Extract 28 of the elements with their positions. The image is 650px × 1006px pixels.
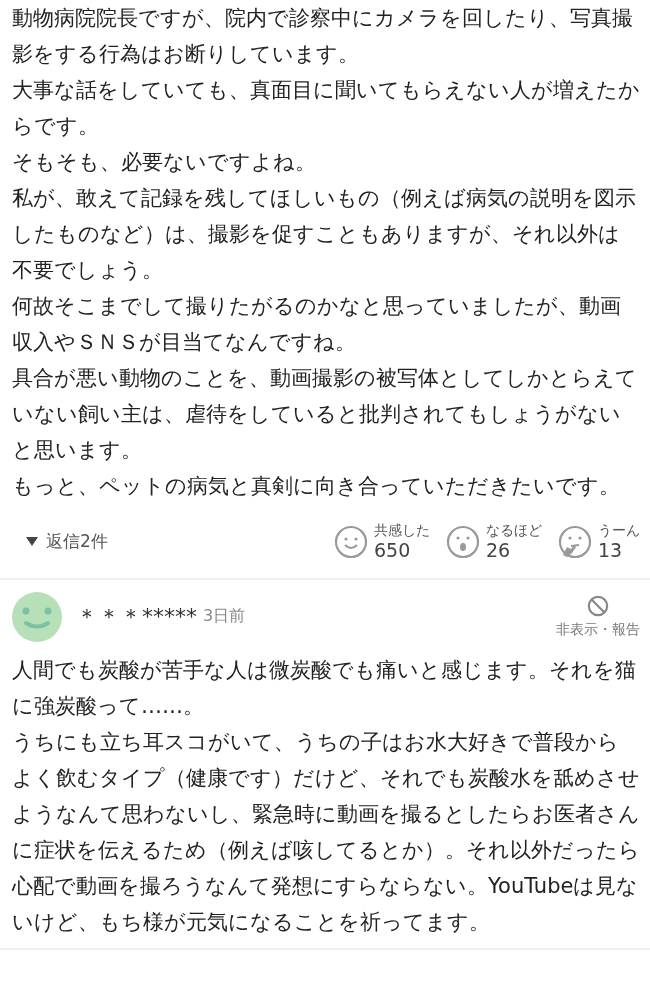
user-name: ＊＊＊***** — [76, 602, 197, 631]
avatar-icon — [12, 591, 62, 642]
comment-text: そもそも、必要ないですよね。 — [12, 149, 317, 176]
hide-report-button[interactable]: 非表示・報告 — [556, 594, 640, 639]
reaction-label: 共感した — [374, 522, 430, 539]
reaction-button[interactable]: うーん 13 — [558, 522, 640, 562]
smiley-face-icon — [334, 524, 368, 559]
comment-text: 具合が悪い動物のことを、動画撮影の被写体としてしかとらえていない飼い主は、虐待をしていると批判されてもしょうがないと思います。 — [12, 365, 638, 464]
comment-text: もっと、ペットの病気と真剣に向き合っていただきたいです。 — [12, 473, 621, 500]
replies-toggle[interactable]: 返信2件 — [26, 530, 108, 554]
caret-icon — [26, 536, 38, 547]
comment-text: うちにも立ち耳スコがいて、うちの子はお水大好きで普段からよく飲むタイプ（健康です）だけど、それでも炭酸水を舐めさせようなんて思わないし、緊急時に動画を撮るとしたらお医者さんに症状を伝えるため（例えば咳してるとか）。それ以外だったら心配で動画を撮ろうなんて発想にすらならない。YouTubeは見ないけど、もち様が元気になることを祈ってます。 — [12, 728, 640, 936]
thinking-face-icon — [558, 524, 592, 559]
reaction-count: 26 — [486, 538, 512, 562]
comment-text: 私が、敢えて記録を残してほしいもの（例えば病気の説明を図示したものなど）は、撮影を促すこともありますが、それ以外は不要でしょう。 — [12, 185, 637, 284]
comment-text: 動物病院院長ですが、院内で診察中にカメラを回したり、写真撮影をする行為はお断りしています。 — [12, 5, 634, 68]
post-time: 3日前 — [203, 606, 246, 628]
reaction-count: 13 — [598, 538, 624, 562]
reaction-count: 650 — [374, 538, 412, 562]
comment-text: 大事な話をしていても、真面目に聞いてもらえない人が増えたからです。 — [12, 77, 640, 140]
reaction-button[interactable]: 共感した 650 — [334, 522, 430, 562]
comment-text: 何故そこまでして撮りたがるのかなと思っていましたが、動画収入やＳＮＳが目当てなんですね。 — [12, 293, 622, 356]
reaction-button[interactable]: なるほど 26 — [446, 522, 542, 562]
reaction-label: うーん — [598, 522, 640, 539]
block-icon — [587, 594, 609, 617]
reaction-label: なるほど — [486, 522, 542, 539]
comment-text: 人間でも炭酸が苦手な人は微炭酸でも痛いと感じます。それを猫に強炭酸って……。 — [12, 656, 637, 720]
surprised-face-icon — [446, 524, 480, 559]
